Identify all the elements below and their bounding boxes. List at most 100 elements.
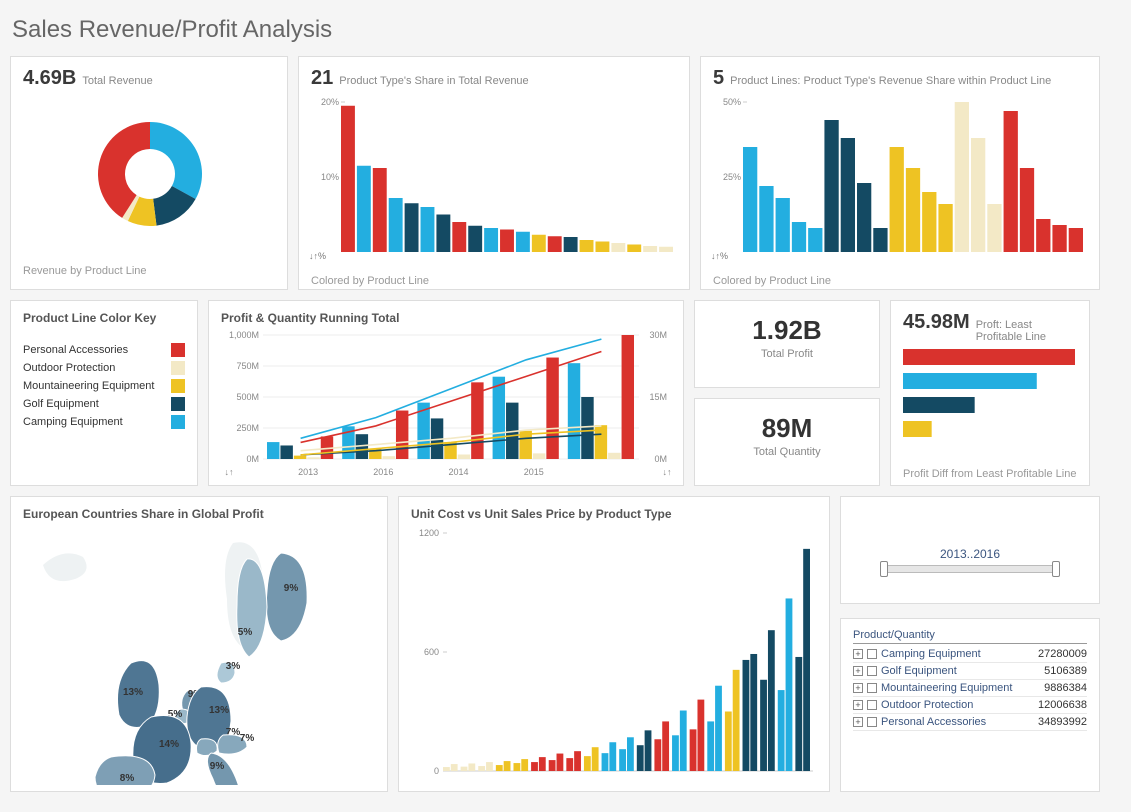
expand-icon[interactable]: + <box>853 649 863 659</box>
svg-text:2013: 2013 <box>298 467 318 477</box>
kpi-5-label: Product Lines: Product Type's Revenue Sh… <box>730 75 1051 87</box>
svg-text:7%: 7% <box>240 733 255 744</box>
checkbox[interactable] <box>867 683 877 693</box>
row-label: Mountaineering Equipment <box>881 682 1012 694</box>
donut-chart[interactable] <box>23 96 277 256</box>
row-qty: 9886384 <box>1044 682 1087 694</box>
europe-map[interactable]: 9%5%3%13%9%5%13%7%7%14%9%8% <box>23 525 377 785</box>
profit-diff-chart[interactable] <box>903 349 1079 459</box>
table-row[interactable]: + Outdoor Protection 12006638 <box>853 697 1087 714</box>
table-row[interactable]: + Golf Equipment 5106389 <box>853 663 1087 680</box>
legend-swatch <box>171 397 185 411</box>
legend-item: Camping Equipment <box>23 415 185 429</box>
row-label: Golf Equipment <box>881 665 957 677</box>
row-qty: 34893992 <box>1038 716 1087 728</box>
card-share-total-revenue: 21 Product Type's Share in Total Revenue… <box>298 56 690 290</box>
kpi-total-revenue-label: Total Revenue <box>82 75 152 87</box>
svg-text:9%: 9% <box>210 761 225 772</box>
card-total-revenue: 4.69B Total Revenue Revenue by Product L… <box>10 56 288 290</box>
svg-text:13%: 13% <box>209 705 229 716</box>
kpi-21-label: Product Type's Share in Total Revenue <box>339 75 528 87</box>
table-row[interactable]: + Mountaineering Equipment 9886384 <box>853 680 1087 697</box>
kpi-total-revenue-value: 4.69B <box>23 67 76 90</box>
unit-cost-price-chart[interactable]: 06001200 <box>411 525 819 785</box>
total-profit-value: 1.92B <box>695 315 879 346</box>
kpi-21-value: 21 <box>311 67 333 90</box>
sort-icon[interactable]: ↓↑% <box>711 251 728 261</box>
card-total-profit: 1.92B Total Profit <box>694 300 880 388</box>
card-total-quantity: 89M Total Quantity <box>694 398 880 486</box>
svg-text:5%: 5% <box>238 627 253 638</box>
row-label: Personal Accessories <box>881 716 986 728</box>
card-year-slider: 2013..2016 <box>840 496 1100 604</box>
expand-icon[interactable]: + <box>853 700 863 710</box>
svg-text:15M: 15M <box>649 392 667 402</box>
row-qty: 27280009 <box>1038 648 1087 660</box>
slider-handle-left[interactable] <box>880 561 888 577</box>
legend-swatch <box>171 343 185 357</box>
profit-diff-footer: Profit Diff from Least Profitable Line <box>903 468 1077 480</box>
card-profit-diff: 45.98M Proft: Least Profitable Line Prof… <box>890 300 1090 486</box>
svg-text:25%: 25% <box>723 172 741 182</box>
svg-text:↓↑: ↓↑ <box>663 467 672 477</box>
svg-text:2015: 2015 <box>524 467 544 477</box>
checkbox[interactable] <box>867 666 877 676</box>
ucp-title: Unit Cost vs Unit Sales Price by Product… <box>411 507 817 521</box>
svg-text:250M: 250M <box>236 423 259 433</box>
map-title: European Countries Share in Global Profi… <box>23 507 375 521</box>
legend-title: Product Line Color Key <box>23 311 185 325</box>
running-title: Profit & Quantity Running Total <box>221 311 671 325</box>
checkbox[interactable] <box>867 717 877 727</box>
svg-text:0: 0 <box>434 766 439 776</box>
svg-text:3%: 3% <box>226 661 241 672</box>
svg-text:14%: 14% <box>159 739 179 750</box>
svg-text:8%: 8% <box>120 773 135 784</box>
svg-text:2016: 2016 <box>373 467 393 477</box>
card2-footer: Colored by Product Line <box>311 275 677 287</box>
legend-swatch <box>171 415 185 429</box>
running-chart[interactable]: 0M250M500M750M1,000M0M15M30M201320162014… <box>221 329 673 479</box>
expand-icon[interactable]: + <box>853 717 863 727</box>
svg-text:500M: 500M <box>236 392 259 402</box>
bars-share-total[interactable]: 10% 20% <box>311 96 679 266</box>
legend-label: Mountaineering Equipment <box>23 380 154 392</box>
svg-text:1200: 1200 <box>419 528 439 538</box>
sort-icon[interactable]: ↓↑% <box>309 251 326 261</box>
legend-label: Camping Equipment <box>23 416 123 428</box>
expand-icon[interactable]: + <box>853 683 863 693</box>
bars-share-within[interactable]: 25% 50% <box>713 96 1089 266</box>
table-row[interactable]: + Personal Accessories 34893992 <box>853 714 1087 731</box>
card-share-within-line: 5 Product Lines: Product Type's Revenue … <box>700 56 1100 290</box>
card-europe-map: European Countries Share in Global Profi… <box>10 496 388 792</box>
row-qty: 5106389 <box>1044 665 1087 677</box>
card-color-key: Product Line Color Key Personal Accessor… <box>10 300 198 486</box>
row-qty: 12006638 <box>1038 699 1087 711</box>
expand-icon[interactable]: + <box>853 666 863 676</box>
page-title: Sales Revenue/Profit Analysis <box>12 16 1121 44</box>
svg-text:9%: 9% <box>284 583 299 594</box>
total-profit-label: Total Profit <box>695 348 879 360</box>
kpi-5-value: 5 <box>713 67 724 90</box>
svg-text:2014: 2014 <box>449 467 469 477</box>
row-label: Outdoor Protection <box>881 699 973 711</box>
legend-item: Golf Equipment <box>23 397 185 411</box>
slider-label: 2013..2016 <box>883 547 1057 561</box>
svg-text:13%: 13% <box>123 687 143 698</box>
profit-diff-label: Proft: Least Profitable Line <box>976 319 1077 343</box>
svg-text:0M: 0M <box>246 454 259 464</box>
checkbox[interactable] <box>867 700 877 710</box>
year-slider[interactable] <box>883 565 1057 573</box>
table-row[interactable]: + Camping Equipment 27280009 <box>853 646 1087 663</box>
checkbox[interactable] <box>867 649 877 659</box>
card-profit-qty-running: Profit & Quantity Running Total 0M 250M 50… <box>208 300 684 486</box>
profit-diff-value: 45.98M <box>903 311 970 334</box>
svg-text:1,000M: 1,000M <box>229 330 259 340</box>
legend-label: Outdoor Protection <box>23 362 115 374</box>
legend-swatch <box>171 379 185 393</box>
slider-handle-right[interactable] <box>1052 561 1060 577</box>
svg-text:10%: 10% <box>321 172 339 182</box>
svg-text:50%: 50% <box>723 97 741 107</box>
svg-text:20%: 20% <box>321 97 339 107</box>
svg-text:30M: 30M <box>649 330 667 340</box>
card3-footer: Colored by Product Line <box>713 275 1087 287</box>
